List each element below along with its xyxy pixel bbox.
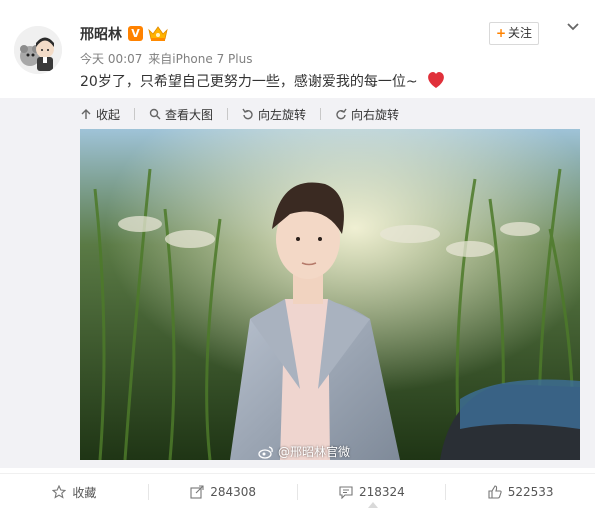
plus-icon: + <box>495 26 507 40</box>
avatar-image[interactable] <box>14 26 62 74</box>
rotate-left-button[interactable]: 向左旋转 <box>242 106 306 123</box>
verified-badge-icon[interactable]: V <box>128 26 143 41</box>
toolbar-divider <box>227 108 229 120</box>
repost-count: 284308 <box>210 485 257 499</box>
username-link[interactable]: 邢昭林 <box>80 24 122 44</box>
star-icon <box>52 485 67 499</box>
collapse-button[interactable]: 收起 <box>80 106 120 123</box>
comment-count: 218324 <box>358 485 405 499</box>
favorite-button[interactable]: 收藏 <box>0 474 149 510</box>
weibo-logo-icon <box>258 445 273 459</box>
chevron-down-icon[interactable] <box>565 19 581 35</box>
rotate-left-label: 向左旋转 <box>258 107 307 122</box>
collapse-label: 收起 <box>96 107 121 122</box>
share-icon <box>190 485 204 499</box>
favorite-label: 收藏 <box>72 485 97 500</box>
follow-button[interactable]: + 关注 <box>489 22 539 45</box>
comment-caret-icon <box>368 502 378 508</box>
heart-icon <box>426 71 446 93</box>
photo-watermark: @邢昭林官微 <box>258 443 350 460</box>
search-icon <box>149 108 161 120</box>
comment-icon <box>339 486 353 499</box>
repost-button[interactable]: 284308 <box>149 474 298 510</box>
like-count: 522533 <box>507 485 554 499</box>
post-text: 20岁了，只希望自己更努力一些，感谢爱我的每一位~ <box>80 71 446 93</box>
arrow-up-icon <box>81 109 91 119</box>
rotate-right-icon <box>336 108 347 120</box>
post-text-content: 20岁了，只希望自己更努力一些，感谢爱我的每一位~ <box>80 74 418 90</box>
post-timestamp[interactable]: 今天 00:07 <box>80 52 142 66</box>
weibo-post-card: 邢昭林 V 今天 00:07 来自iPhone 7 Plus + 关注 20岁了，… <box>0 0 595 510</box>
source-prefix: 来自 <box>148 52 173 66</box>
toolbar-divider <box>320 108 322 120</box>
avatar[interactable] <box>14 26 62 74</box>
toolbar-divider <box>134 108 136 120</box>
thumbs-up-icon <box>488 485 502 499</box>
rotate-right-label: 向右旋转 <box>351 107 400 122</box>
source-device[interactable]: iPhone 7 Plus <box>172 52 252 66</box>
view-large-button[interactable]: 查看大图 <box>149 106 213 123</box>
view-large-label: 查看大图 <box>165 107 214 122</box>
vip-crown-icon[interactable] <box>148 25 168 42</box>
rotate-right-button[interactable]: 向右旋转 <box>335 106 399 123</box>
post-meta: 今天 00:07 来自iPhone 7 Plus <box>80 50 252 67</box>
action-bar: 收藏 284308 218324 522533 <box>0 473 595 510</box>
follow-label: 关注 <box>508 26 533 40</box>
like-button[interactable]: 522533 <box>446 474 595 510</box>
post-photo[interactable] <box>80 129 580 460</box>
media-toolbar: 收起 查看大图 向左旋转 向右旋转 <box>80 106 413 122</box>
watermark-text: @邢昭林官微 <box>278 445 351 459</box>
rotate-left-icon <box>242 108 253 120</box>
